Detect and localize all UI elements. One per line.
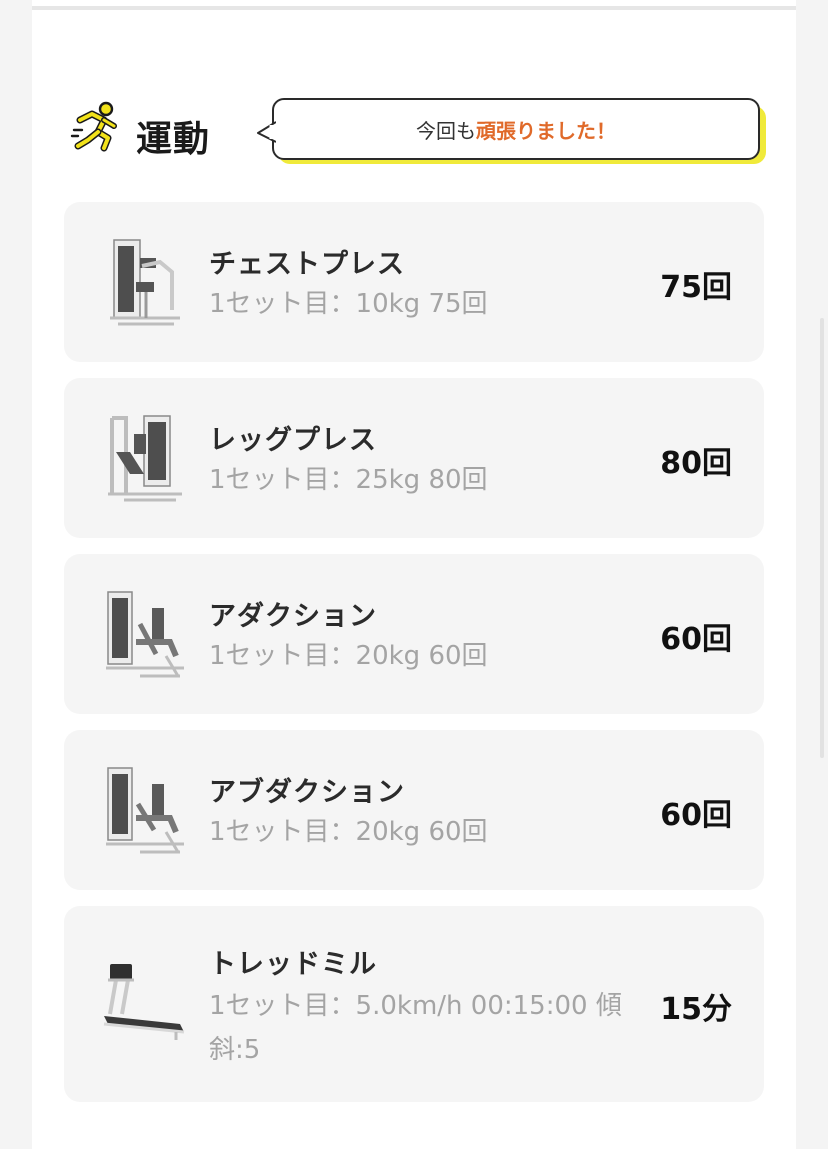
- bubble-emphasis: 頑張りました！: [476, 118, 616, 143]
- page: 運動 今回も 頑張りました！ チェストプレス 1セット目：10kg 75回 75回: [0, 0, 828, 1149]
- exercise-count: 60回: [660, 622, 732, 657]
- exercise-count: 80回: [660, 446, 732, 481]
- exercise-name: チェストプレス: [209, 249, 405, 280]
- exercise-count: 75回: [660, 270, 732, 305]
- exercise-detail: 1セット目：25kg 80回: [209, 465, 488, 495]
- exercise-name: アダクション: [209, 601, 377, 632]
- exercise-item[interactable]: トレッドミル 1セット目：5.0km/h 00:15:00 傾斜:5 15分: [64, 906, 764, 1102]
- exercise-detail: 1セット目：5.0km/h 00:15:00 傾斜:5: [209, 991, 622, 1065]
- bubble-tail: [257, 121, 276, 143]
- exercise-count: 15分: [660, 992, 732, 1027]
- leg-press-machine-icon: [108, 415, 182, 502]
- chest-press-machine-icon: [110, 239, 180, 326]
- section-header: 運動 今回も 頑張りました！: [70, 96, 772, 182]
- exercise-name: レッグプレス: [209, 425, 377, 456]
- exercise-name: アブダクション: [209, 777, 405, 808]
- treadmill-icon: [103, 964, 185, 1040]
- running-person-icon: [70, 101, 117, 152]
- exercise-count: 60回: [660, 798, 732, 833]
- exercise-item[interactable]: アブダクション 1セット目：20kg 60回 60回: [64, 730, 764, 890]
- exercise-detail: 1セット目：20kg 60回: [209, 817, 488, 847]
- scrollbar[interactable]: [820, 318, 824, 758]
- speech-bubble: 今回も 頑張りました！: [257, 98, 768, 168]
- exercise-item[interactable]: アダクション 1セット目：20kg 60回 60回: [64, 554, 764, 714]
- abduction-machine-icon: [106, 767, 184, 854]
- exercise-item[interactable]: レッグプレス 1セット目：25kg 80回 80回: [64, 378, 764, 538]
- exercise-name: トレッドミル: [209, 949, 377, 980]
- section-title: 運動: [136, 119, 211, 160]
- bubble-body: 今回も 頑張りました！: [272, 98, 760, 160]
- exercise-detail: 1セット目：20kg 60回: [209, 641, 488, 671]
- adduction-machine-icon: [106, 591, 184, 678]
- exercise-item[interactable]: チェストプレス 1セット目：10kg 75回 75回: [64, 202, 764, 362]
- exercise-detail: 1セット目：10kg 75回: [209, 289, 488, 319]
- bubble-text: 今回も: [416, 118, 476, 143]
